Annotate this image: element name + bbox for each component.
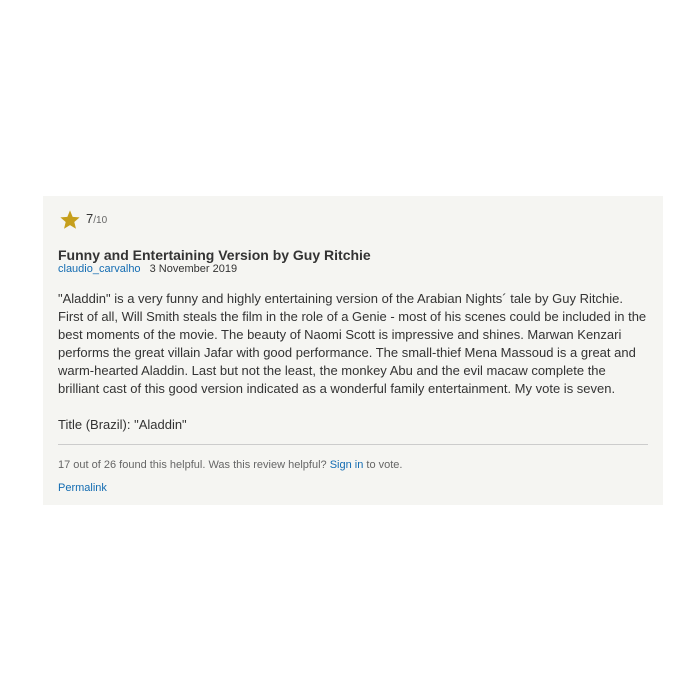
to-vote-text: to vote. (366, 459, 403, 471)
helpful-section: 17 out of 26 found this helpful. Was thi… (58, 459, 402, 471)
sign-in-link[interactable]: Sign in (330, 459, 364, 471)
helpful-text: 17 out of 26 found this helpful. Was thi… (58, 459, 327, 471)
review-date: 3 November 2019 (149, 263, 238, 275)
title-note: Title (Brazil): "Aladdin" (58, 417, 187, 432)
rating-max: /10 (93, 214, 108, 226)
review-body: "Aladdin" is a very funny and highly ent… (58, 290, 650, 434)
review-text: "Aladdin" is a very funny and highly ent… (58, 291, 647, 396)
review-meta: claudio_carvalho 3 November 2019 (58, 263, 237, 275)
rating: 7/10 (59, 209, 107, 231)
author-link[interactable]: claudio_carvalho (58, 263, 141, 275)
divider (58, 444, 648, 445)
review-card: 7/10 Funny and Entertaining Version by G… (43, 196, 663, 505)
review-title: Funny and Entertaining Version by Guy Ri… (58, 247, 371, 263)
star-icon (59, 209, 81, 231)
permalink[interactable]: Permalink (58, 482, 107, 494)
rating-value: 7/10 (86, 211, 107, 226)
